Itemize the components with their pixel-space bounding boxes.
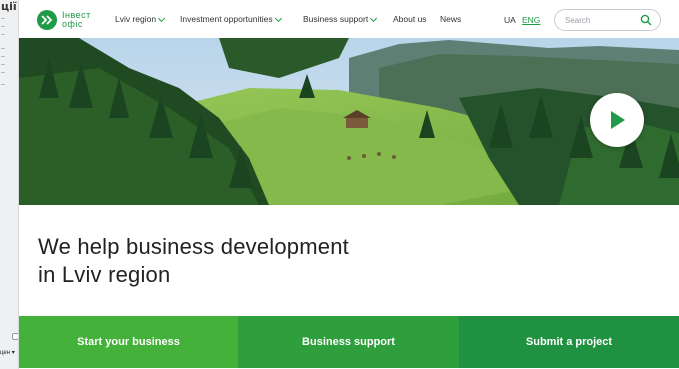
search-input[interactable] xyxy=(565,14,635,26)
background-text-line: — xyxy=(1,16,5,21)
search-icon[interactable] xyxy=(640,14,652,26)
background-window: ції — — — — — — — — цен ▾ xyxy=(0,0,19,369)
logo-mark-icon xyxy=(37,10,57,30)
search-box xyxy=(554,9,661,31)
background-text-line: — xyxy=(1,82,5,87)
submit-a-project-button[interactable]: Submit a project xyxy=(459,316,679,368)
carpathian-landscape-image xyxy=(19,38,679,205)
nav-item-label: Investment opportunities xyxy=(180,14,273,24)
nav-item-news[interactable]: News xyxy=(440,14,461,24)
background-scroll-handle[interactable] xyxy=(12,333,18,340)
background-text-line: — xyxy=(1,46,5,51)
background-text-line: — xyxy=(1,24,5,29)
page-headline: We help business development in Lviv reg… xyxy=(38,233,349,289)
nav-item-label: Business support xyxy=(303,14,369,24)
chevron-down-icon xyxy=(158,14,166,22)
logo-text-line2: офіс xyxy=(62,19,83,29)
background-window-title: ції xyxy=(1,0,17,13)
play-icon xyxy=(611,111,625,129)
nav-item-business-support[interactable]: Business support xyxy=(303,14,378,24)
background-text-line: — xyxy=(1,70,5,75)
language-eng[interactable]: ENG xyxy=(522,15,540,25)
invest-office-logo[interactable]: Інвест офіс xyxy=(37,9,117,31)
nav-item-label: About us xyxy=(393,14,427,24)
nav-item-lviv-region[interactable]: Lviv region xyxy=(115,14,166,24)
language-ua[interactable]: UA xyxy=(504,15,516,25)
background-text-line: — xyxy=(1,62,5,67)
chevron-down-icon xyxy=(274,14,282,22)
nav-item-about-us[interactable]: About us xyxy=(393,14,427,24)
background-dropdown-label: цен xyxy=(0,350,11,356)
background-text-line: — xyxy=(1,32,5,37)
nav-item-investment-opportunities[interactable]: Investment opportunities xyxy=(180,14,282,24)
play-video-button[interactable] xyxy=(590,93,644,147)
start-your-business-button[interactable]: Start your business xyxy=(19,316,238,368)
hero-image xyxy=(19,38,679,205)
background-dropdown[interactable]: цен ▾ xyxy=(0,349,15,356)
headline-line-2: in Lviv region xyxy=(38,262,171,287)
background-text-line: — xyxy=(1,54,5,59)
business-support-button[interactable]: Business support xyxy=(238,316,459,368)
website-page: Інвест офіс Lviv region Investment oppor… xyxy=(19,0,679,369)
nav-item-label: News xyxy=(440,14,462,24)
site-header: Інвест офіс Lviv region Investment oppor… xyxy=(19,0,679,38)
nav-item-label: Lviv region xyxy=(115,14,157,24)
chevron-down-icon xyxy=(370,14,378,22)
headline-line-1: We help business development xyxy=(38,234,349,259)
